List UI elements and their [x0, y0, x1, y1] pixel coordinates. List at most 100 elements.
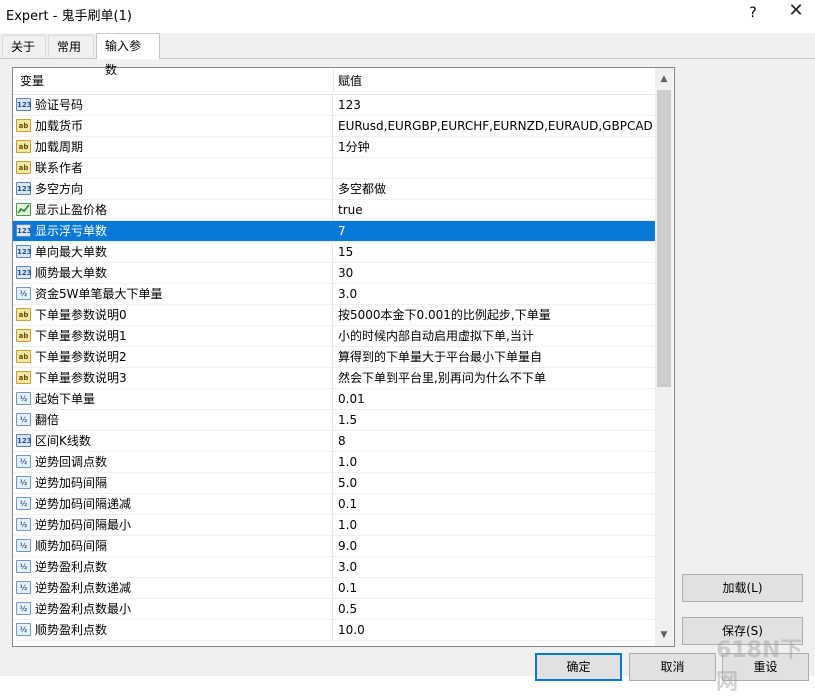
- variable-cell[interactable]: ½ 逆势盈利点数最小: [13, 599, 333, 619]
- table-row[interactable]: ½ 逆势加码间隔递减 0.1: [13, 494, 655, 515]
- variable-cell[interactable]: ½ 逆势回调点数: [13, 452, 333, 472]
- variable-cell[interactable]: 123 区间K线数: [13, 431, 333, 451]
- variable-cell[interactable]: ab 下单量参数说明0: [13, 305, 333, 325]
- variable-cell[interactable]: ½ 顺势加码间隔: [13, 536, 333, 556]
- table-row[interactable]: ab 加载周期 1分钟: [13, 137, 655, 158]
- table-row[interactable]: ½ 逆势加码间隔最小 1.0: [13, 515, 655, 536]
- reset-button[interactable]: 重设: [722, 653, 809, 681]
- param-type-icon: 123: [16, 266, 32, 279]
- value-cell[interactable]: 0.5: [338, 599, 653, 619]
- value-cell[interactable]: 5.0: [338, 473, 653, 493]
- cancel-button[interactable]: 取消: [629, 653, 716, 681]
- table-row[interactable]: ½ 逆势盈利点数递减 0.1: [13, 578, 655, 599]
- table-row[interactable]: ½ 逆势盈利点数最小 0.5: [13, 599, 655, 620]
- value-cell[interactable]: 1分钟: [338, 137, 653, 157]
- table-row[interactable]: ½ 顺势加码间隔 9.0: [13, 536, 655, 557]
- value-cell[interactable]: EURusd,EURGBP,EURCHF,EURNZD,EURAUD,GBPCA…: [338, 116, 653, 136]
- table-row[interactable]: 显示止盈价格 true: [13, 200, 655, 221]
- value-cell[interactable]: 3.0: [338, 284, 653, 304]
- value-cell[interactable]: 10.0: [338, 620, 653, 640]
- value-cell[interactable]: 0.01: [338, 389, 653, 409]
- column-header-variable[interactable]: 变量: [20, 68, 44, 94]
- table-row[interactable]: 123 区间K线数 8: [13, 431, 655, 452]
- table-row[interactable]: 123 多空方向 多空都做: [13, 179, 655, 200]
- variable-cell[interactable]: ab 加载周期: [13, 137, 333, 157]
- table-row[interactable]: ab 下单量参数说明0 按5000本金下0.001的比例起步,下单量: [13, 305, 655, 326]
- ok-button[interactable]: 确定: [535, 653, 622, 681]
- value-cell[interactable]: 3.0: [338, 557, 653, 577]
- value-cell[interactable]: 7: [338, 221, 653, 241]
- value-cell[interactable]: 0.1: [338, 494, 653, 514]
- value-cell[interactable]: 123: [338, 95, 653, 115]
- column-header-value[interactable]: 赋值: [338, 68, 362, 94]
- param-type-icon: ab: [16, 140, 31, 153]
- variable-cell[interactable]: 123 单向最大单数: [13, 242, 333, 262]
- table-row[interactable]: ab 下单量参数说明1 小的时候内部自动启用虚拟下单,当计: [13, 326, 655, 347]
- value-cell[interactable]: 0.1: [338, 578, 653, 598]
- table-row[interactable]: 123 顺势最大单数 30: [13, 263, 655, 284]
- table-row[interactable]: ½ 逆势回调点数 1.0: [13, 452, 655, 473]
- table-row[interactable]: ab 下单量参数说明2 算得到的下单量大于平台最小下单量自: [13, 347, 655, 368]
- table-row[interactable]: ab 加载货币 EURusd,EURGBP,EURCHF,EURNZD,EURAUD…: [13, 116, 655, 137]
- vertical-scrollbar[interactable]: ▲ ▼: [655, 68, 673, 646]
- variable-cell[interactable]: 123 多空方向: [13, 179, 333, 199]
- table-row[interactable]: ½ 顺势盈利点数 10.0: [13, 620, 655, 641]
- table-row[interactable]: 123 验证号码 123: [13, 95, 655, 116]
- close-icon[interactable]: ✕: [780, 0, 812, 24]
- table-row[interactable]: ½ 逆势盈利点数 3.0: [13, 557, 655, 578]
- scroll-up-icon[interactable]: ▲: [655, 70, 673, 88]
- table-row[interactable]: ½ 翻倍 1.5: [13, 410, 655, 431]
- value-cell[interactable]: 按5000本金下0.001的比例起步,下单量: [338, 305, 653, 325]
- value-cell[interactable]: 1.0: [338, 515, 653, 535]
- tab-inputs[interactable]: 输入参数: [96, 33, 160, 77]
- param-type-icon: ½: [16, 476, 31, 489]
- variable-name: 下单量参数说明0: [35, 308, 127, 322]
- tab-about[interactable]: 关于: [2, 35, 46, 57]
- load-button[interactable]: 加载(L): [682, 574, 803, 602]
- variable-cell[interactable]: ab 下单量参数说明2: [13, 347, 333, 367]
- table-row[interactable]: 123 显示浮亏单数 7: [13, 221, 655, 242]
- value-cell[interactable]: 30: [338, 263, 653, 283]
- table-row[interactable]: ab 下单量参数说明3 然会下单到平台里,别再问为什么不下单: [13, 368, 655, 389]
- table-row[interactable]: ab 联系作者: [13, 158, 655, 179]
- scroll-down-icon[interactable]: ▼: [655, 626, 673, 644]
- param-type-icon: ab: [16, 308, 31, 321]
- column-divider[interactable]: [333, 70, 334, 92]
- variable-cell[interactable]: ½ 资金5W单笔最大下单量: [13, 284, 333, 304]
- value-cell[interactable]: 多空都做: [338, 179, 653, 199]
- table-row[interactable]: ½ 起始下单量 0.01: [13, 389, 655, 410]
- param-type-icon: ½: [16, 287, 31, 300]
- variable-cell[interactable]: ½ 顺势盈利点数: [13, 620, 333, 640]
- variable-cell[interactable]: ½ 逆势加码间隔最小: [13, 515, 333, 535]
- value-cell[interactable]: 小的时候内部自动启用虚拟下单,当计: [338, 326, 653, 346]
- table-row[interactable]: ½ 资金5W单笔最大下单量 3.0: [13, 284, 655, 305]
- variable-cell[interactable]: 显示止盈价格: [13, 200, 333, 220]
- value-cell[interactable]: 1.0: [338, 452, 653, 472]
- tab-common[interactable]: 常用: [48, 35, 94, 57]
- scroll-thumb[interactable]: [657, 90, 671, 387]
- variable-cell[interactable]: ab 联系作者: [13, 158, 333, 178]
- variable-cell[interactable]: 123 显示浮亏单数: [13, 221, 333, 241]
- variable-cell[interactable]: ½ 起始下单量: [13, 389, 333, 409]
- save-button[interactable]: 保存(S): [682, 617, 803, 645]
- value-cell[interactable]: 然会下单到平台里,别再问为什么不下单: [338, 368, 653, 388]
- value-cell[interactable]: 算得到的下单量大于平台最小下单量自: [338, 347, 653, 367]
- variable-cell[interactable]: 123 验证号码: [13, 95, 333, 115]
- variable-cell[interactable]: ½ 逆势盈利点数递减: [13, 578, 333, 598]
- table-row[interactable]: ½ 逆势加码间隔 5.0: [13, 473, 655, 494]
- value-cell[interactable]: true: [338, 200, 653, 220]
- variable-cell[interactable]: 123 顺势最大单数: [13, 263, 333, 283]
- variable-cell[interactable]: ab 下单量参数说明3: [13, 368, 333, 388]
- variable-cell[interactable]: ½ 翻倍: [13, 410, 333, 430]
- help-button[interactable]: ?: [742, 2, 764, 24]
- table-row[interactable]: 123 单向最大单数 15: [13, 242, 655, 263]
- variable-cell[interactable]: ½ 逆势加码间隔: [13, 473, 333, 493]
- value-cell[interactable]: 15: [338, 242, 653, 262]
- value-cell[interactable]: 9.0: [338, 536, 653, 556]
- variable-cell[interactable]: ab 下单量参数说明1: [13, 326, 333, 346]
- value-cell[interactable]: 1.5: [338, 410, 653, 430]
- value-cell[interactable]: 8: [338, 431, 653, 451]
- variable-cell[interactable]: ½ 逆势盈利点数: [13, 557, 333, 577]
- variable-cell[interactable]: ab 加载货币: [13, 116, 333, 136]
- variable-cell[interactable]: ½ 逆势加码间隔递减: [13, 494, 333, 514]
